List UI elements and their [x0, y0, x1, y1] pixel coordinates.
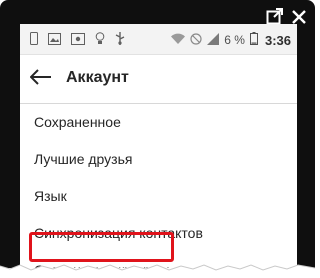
battery-icon: [249, 32, 258, 48]
cast-icon: [71, 32, 85, 50]
bulb-icon: [95, 32, 105, 50]
menu-item-close-friends[interactable]: Лучшие друзья: [20, 141, 297, 178]
menu-item-language[interactable]: Язык: [20, 178, 297, 215]
mute-icon: [190, 32, 202, 48]
signal-icon: [207, 32, 220, 48]
wifi-icon: [171, 33, 186, 47]
phone-icon: [30, 32, 38, 50]
battery-percent: 6 %: [224, 33, 245, 47]
status-time: 3:36: [264, 32, 291, 48]
highlight-box: [29, 232, 174, 262]
torn-edge: [0, 264, 315, 278]
image-icon: [48, 32, 61, 50]
page-title: Аккаунт: [66, 69, 129, 86]
menu-item-saved[interactable]: Сохраненное: [20, 104, 297, 141]
usb-icon: [115, 32, 125, 50]
status-bar: 6 % 3:36: [20, 24, 297, 55]
back-arrow-icon[interactable]: [29, 69, 52, 90]
app-bar: Аккаунт: [20, 55, 297, 104]
